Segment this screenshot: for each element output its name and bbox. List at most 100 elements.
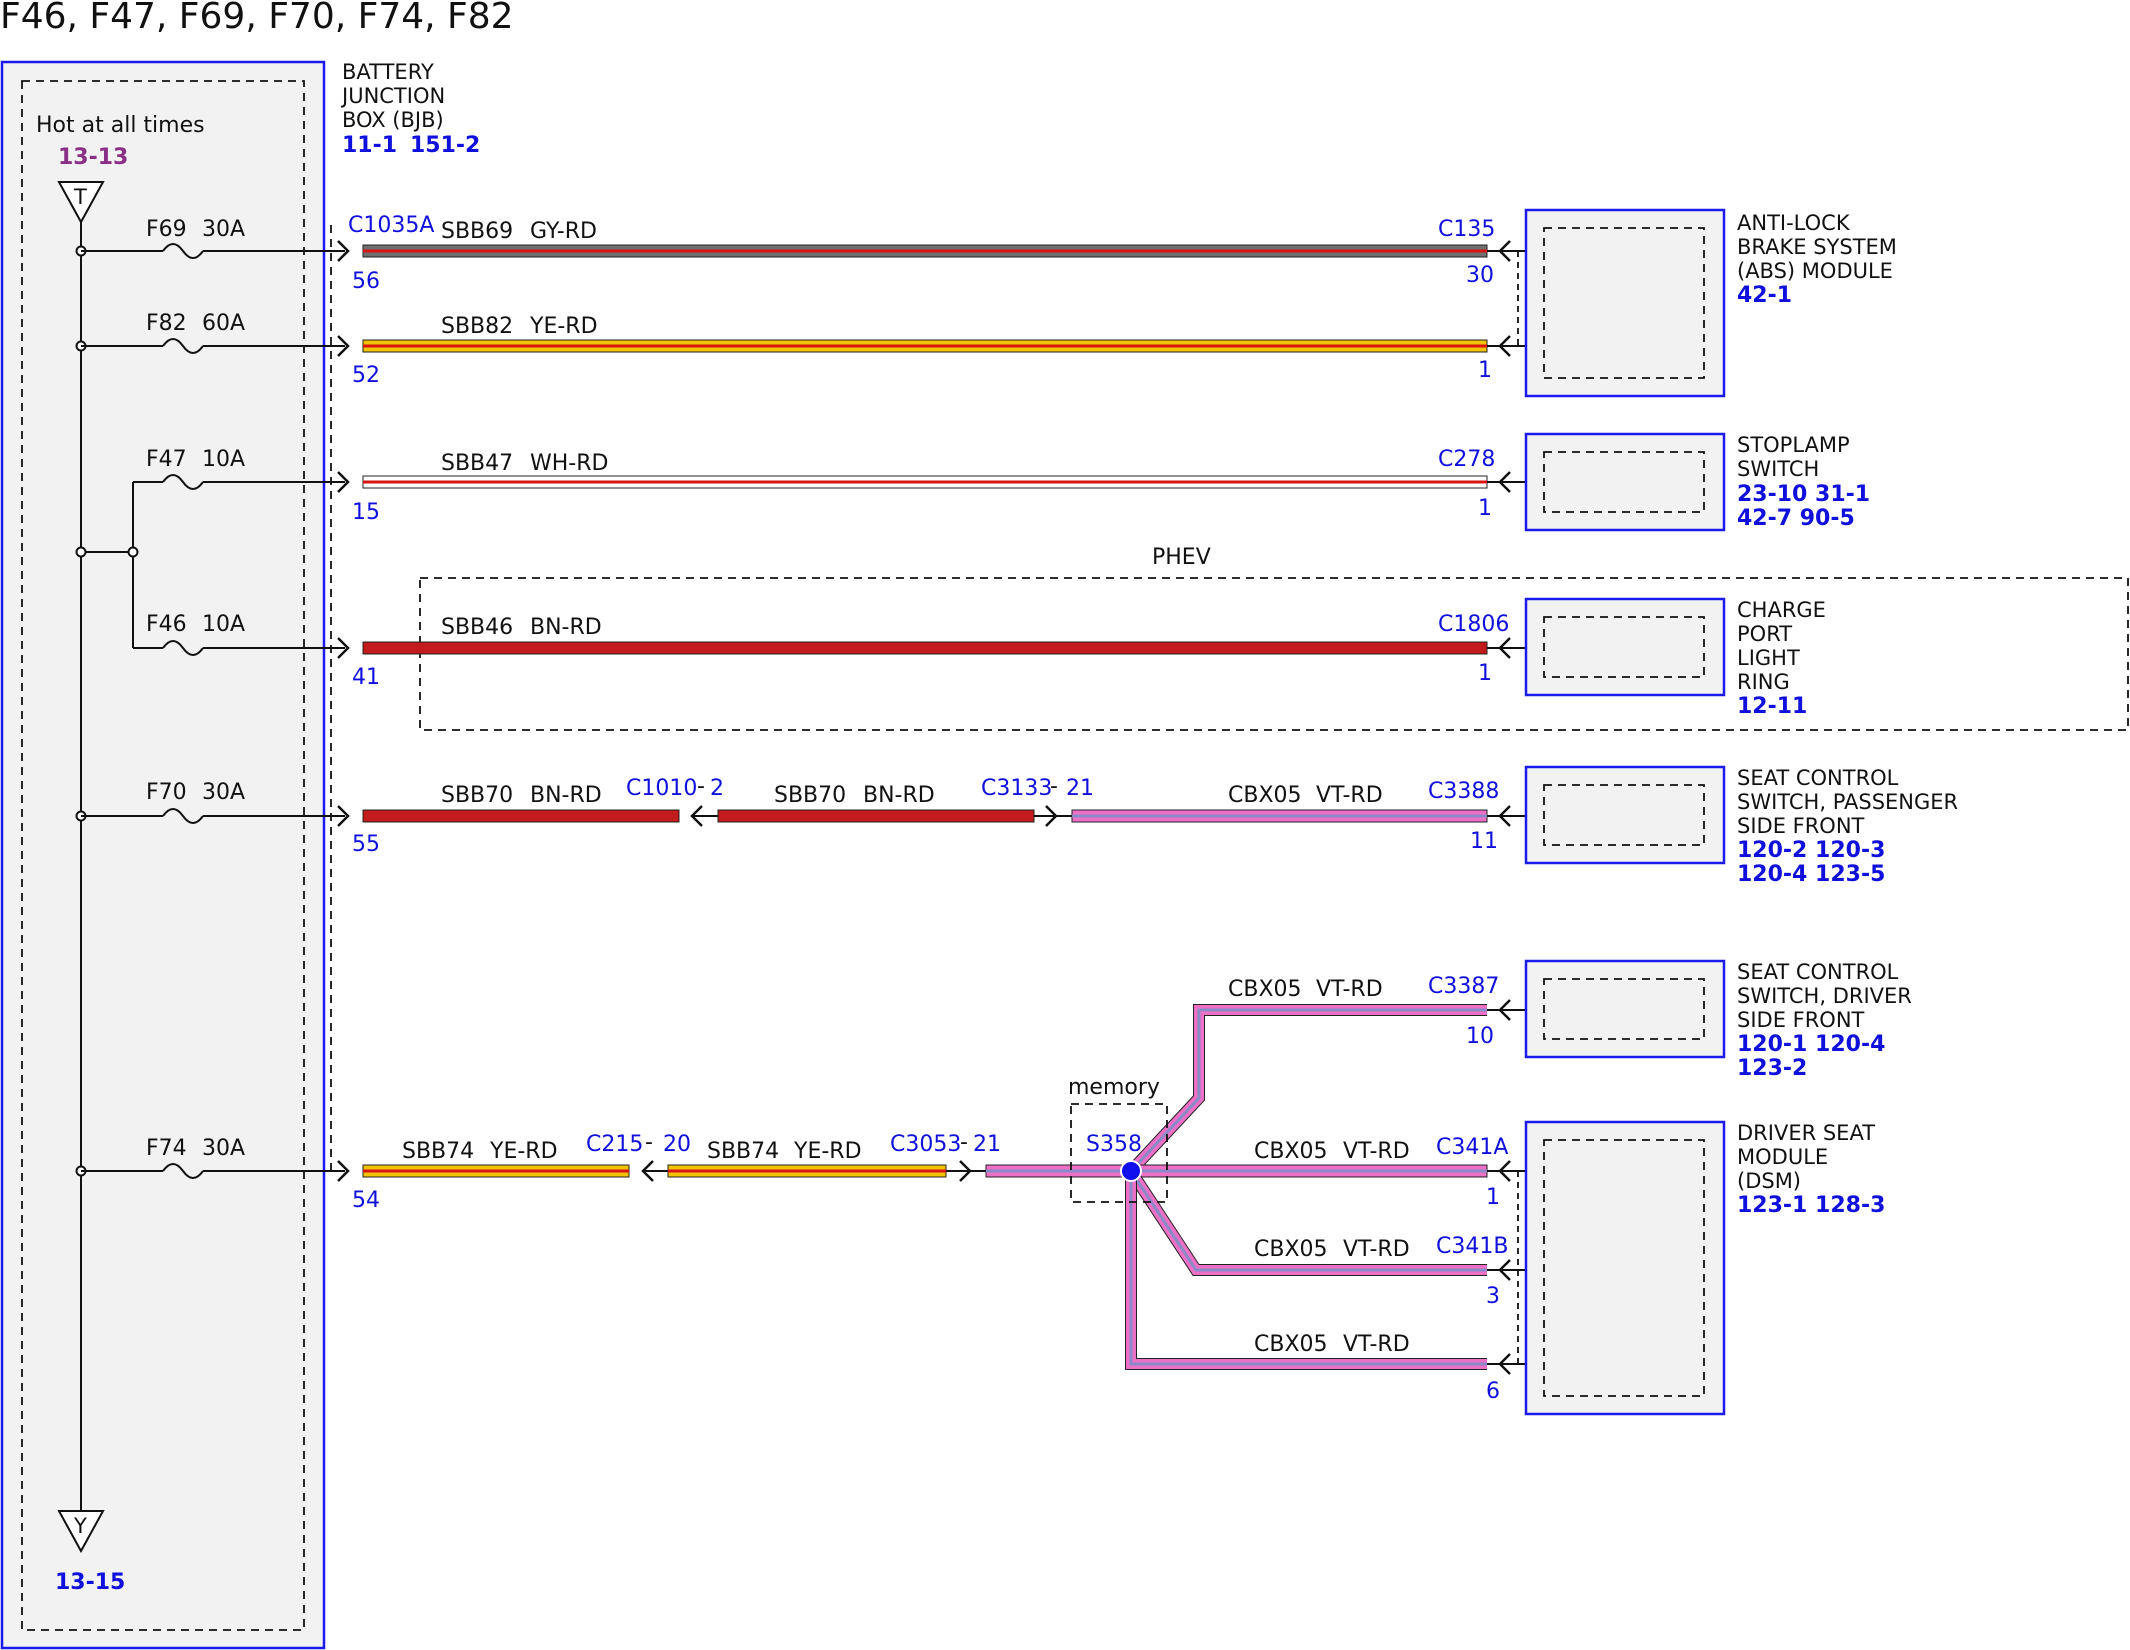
fuse-label: F69 [146, 217, 187, 242]
connector-c341a[interactable]: C341A [1436, 1135, 1508, 1160]
component-abs-module[interactable] [1524, 208, 1726, 398]
fuse-amp: 30A [202, 780, 245, 805]
component-seat-switch-passenger[interactable] [1524, 765, 1726, 865]
component-seat-switch-driver[interactable] [1524, 959, 1726, 1059]
component-charge-port-light-ring[interactable] [1524, 597, 1726, 697]
seat-drv-name-1: SEAT CONTROL [1737, 960, 1899, 984]
dsm-name-2: MODULE [1737, 1145, 1828, 1169]
bjb-name-line-2: JUNCTION [340, 84, 445, 108]
wire-label-sbb46: SBB46 [441, 615, 513, 640]
wire-sbb46[interactable] [362, 641, 1488, 655]
seat-pass-ref-1[interactable]: 120-2 120-3 [1737, 838, 1885, 863]
fuse-label: F47 [146, 447, 187, 472]
fuse-label: F70 [146, 780, 187, 805]
wire-label-cbx05-c341a: CBX05 [1254, 1139, 1328, 1164]
wire-sbb47[interactable] [362, 475, 1488, 489]
wire-label-sbb47: SBB47 [441, 451, 513, 476]
wire-label-cbx05-c3387: CBX05 [1228, 977, 1302, 1002]
charge-name-2: PORT [1737, 622, 1792, 646]
seat-drv-ref-2[interactable]: 123-2 [1737, 1056, 1807, 1081]
wire-color-cbx05-c341a: VT-RD [1343, 1139, 1410, 1164]
wire-sbb70-a[interactable] [362, 809, 680, 823]
wire-label-sbb70: SBB70 [441, 783, 513, 808]
wire-label-sbb69: SBB69 [441, 219, 513, 244]
pin-30: 30 [1466, 263, 1494, 288]
dash-sep: - [645, 1130, 653, 1155]
stoplamp-ref-1[interactable]: 23-10 31-1 [1737, 482, 1870, 507]
wire-color-sbb70: BN-RD [530, 783, 602, 808]
pin-c3053: 21 [973, 1132, 1001, 1157]
wire-sbb70-b[interactable] [717, 809, 1035, 823]
charge-name-1: CHARGE [1737, 598, 1826, 622]
branch-node-2 [127, 546, 139, 558]
connector-c3388[interactable]: C3388 [1428, 779, 1499, 804]
dash-sep: - [697, 774, 705, 799]
pin-c1010: 2 [710, 776, 724, 801]
pin-1-charge: 1 [1478, 661, 1492, 686]
bjb-ref-1[interactable]: 11-1 [342, 133, 397, 158]
connector-c1806[interactable]: C1806 [1438, 612, 1509, 637]
wire-color-cbx05-pin6: VT-RD [1343, 1332, 1410, 1357]
pin-11: 11 [1470, 829, 1498, 854]
dsm-ref-1[interactable]: 123-1 128-3 [1737, 1193, 1885, 1218]
memory-label: memory [1068, 1075, 1160, 1100]
dsm-name-1: DRIVER SEAT [1737, 1121, 1875, 1145]
wire-color-cbx05-c341b: VT-RD [1343, 1237, 1410, 1262]
pin-6: 6 [1486, 1379, 1500, 1404]
seat-pass-ref-2[interactable]: 120-4 123-5 [1737, 862, 1885, 887]
wire-color-sbb69: GY-RD [530, 219, 597, 244]
pin-1-dsm: 1 [1486, 1185, 1500, 1210]
stoplamp-name-1: STOPLAMP [1737, 433, 1850, 457]
wire-label-cbx05-pin6: CBX05 [1254, 1332, 1328, 1357]
connector-c1010[interactable]: C1010 [626, 776, 697, 801]
wire-sbb69[interactable] [362, 244, 1488, 258]
wire-sbb82[interactable] [362, 339, 1488, 353]
fuse-amp: 30A [202, 1136, 245, 1161]
bjb-ref-2[interactable]: 151-2 [410, 133, 480, 158]
abs-ref-1[interactable]: 42-1 [1737, 283, 1792, 308]
wire-cbx05-passenger[interactable] [1071, 809, 1488, 823]
wire-label-cbx05-c341b: CBX05 [1254, 1237, 1328, 1262]
abs-name-3: (ABS) MODULE [1737, 259, 1893, 283]
wire-sbb74-b[interactable] [667, 1164, 947, 1178]
connector-c3133[interactable]: C3133 [981, 776, 1052, 801]
pin-54: 54 [352, 1188, 380, 1213]
fuse-label: F46 [146, 612, 187, 637]
wire-color-cbx05-c3387: VT-RD [1316, 977, 1383, 1002]
dash-sep: - [1050, 774, 1058, 799]
bottom-bus-ref[interactable]: 13-15 [55, 1570, 125, 1595]
bottom-bus-symbol: Y [73, 1514, 87, 1538]
page-title: F46, F47, F69, F70, F74, F82 [0, 0, 514, 37]
branch-node [75, 546, 87, 558]
connector-c278[interactable]: C278 [1438, 447, 1495, 472]
wire-cbx05-dsm-harness[interactable] [985, 1004, 1488, 1370]
connector-c215[interactable]: C215 [586, 1132, 643, 1157]
connector-c3053[interactable]: C3053 [890, 1132, 961, 1157]
bjb-name-line-3: BOX (BJB) [342, 108, 444, 132]
splice-s358-dot[interactable] [1120, 1160, 1142, 1182]
component-stoplamp-switch[interactable] [1524, 432, 1726, 532]
pin-15: 15 [352, 500, 380, 525]
connector-c341b[interactable]: C341B [1436, 1234, 1508, 1259]
pin-c3133: 21 [1066, 776, 1094, 801]
fuse-label: F82 [146, 311, 187, 336]
splice-s358-label[interactable]: S358 [1086, 1132, 1142, 1157]
stoplamp-ref-2[interactable]: 42-7 90-5 [1737, 506, 1855, 531]
connector-c135[interactable]: C135 [1438, 217, 1495, 242]
fuse-amp: 10A [202, 447, 245, 472]
wire-sbb74-a[interactable] [362, 1164, 630, 1178]
connector-c1035a[interactable]: C1035A [348, 213, 434, 238]
pin-52: 52 [352, 363, 380, 388]
hot-at-all-times-label: Hot at all times [36, 113, 205, 138]
connector-c3387[interactable]: C3387 [1428, 974, 1499, 999]
charge-ref-1[interactable]: 12-11 [1737, 694, 1807, 719]
wire-color-sbb82: YE-RD [529, 314, 598, 339]
seat-drv-ref-1[interactable]: 120-1 120-4 [1737, 1032, 1885, 1057]
top-bus-ref[interactable]: 13-13 [58, 145, 128, 170]
charge-name-4: RING [1737, 670, 1790, 694]
top-bus-symbol: T [73, 185, 87, 209]
seat-drv-name-3: SIDE FRONT [1737, 1008, 1865, 1032]
abs-name-1: ANTI-LOCK [1737, 211, 1851, 235]
component-driver-seat-module[interactable] [1524, 1120, 1726, 1416]
seat-pass-name-3: SIDE FRONT [1737, 814, 1865, 838]
